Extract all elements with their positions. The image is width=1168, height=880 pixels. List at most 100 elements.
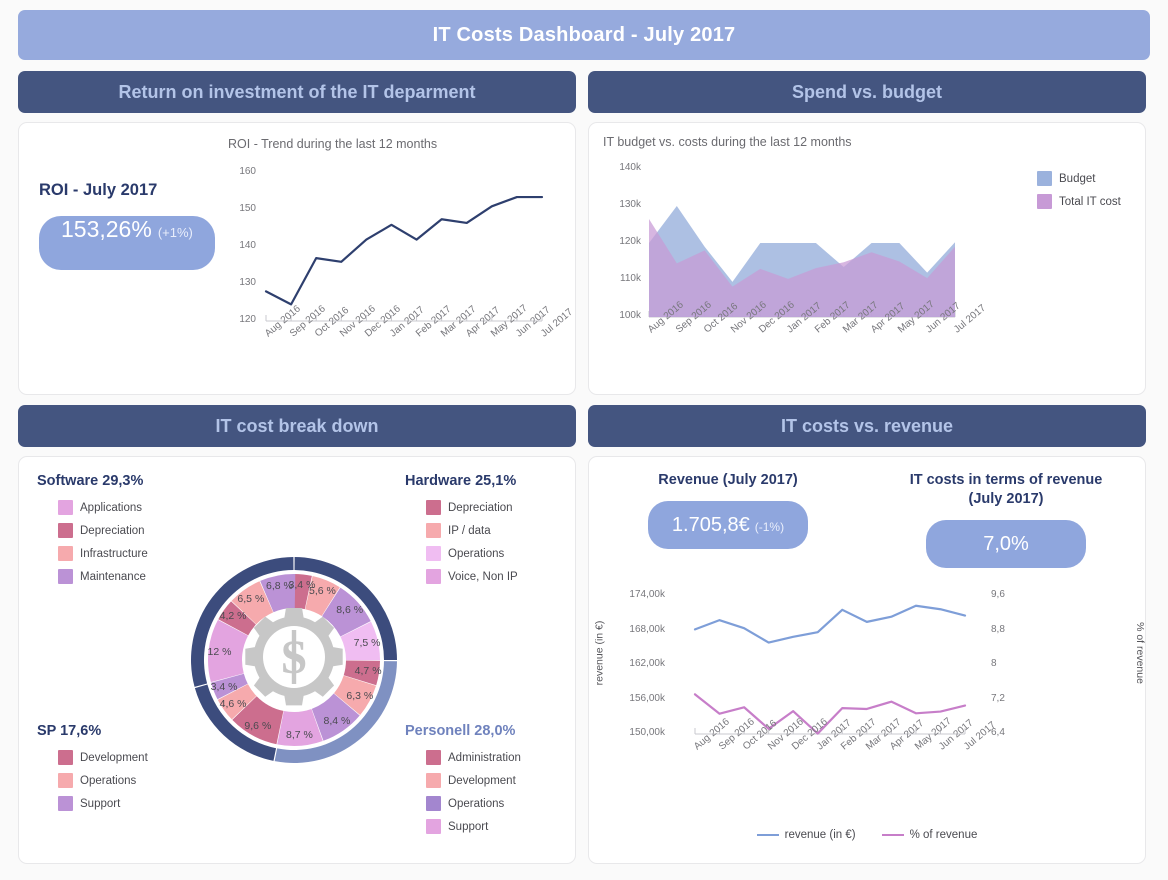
costs-ratio-kpi-label-line2: (July 2017) <box>968 491 1044 507</box>
legend-label: Development <box>448 774 516 787</box>
donut-slice-label: 8,6 % <box>336 603 364 616</box>
panel-revenue-body: Revenue (July 2017) 1.705,8€ (-1%) IT co… <box>588 456 1146 864</box>
legend-group-software: Software 29,3% Applications Depreciation I… <box>37 473 148 592</box>
y-axis-tick-label: 140k <box>619 162 641 173</box>
y2-axis-tick-label: 9,6 <box>991 589 1005 600</box>
panel-revenue-header: IT costs vs. revenue <box>588 405 1146 447</box>
y-axis-tick-label: 150 <box>239 203 256 214</box>
legend-label: Operations <box>448 547 505 560</box>
legend-item: Operations <box>426 796 521 811</box>
legend-label: Operations <box>80 774 137 787</box>
y-axis-tick-label: 174,00k <box>629 589 665 600</box>
legend-item: Depreciation <box>58 523 148 538</box>
roi-kpi-card: ROI - July 2017 153,26% (+1%) <box>19 123 224 394</box>
legend-label: Depreciation <box>80 524 145 537</box>
spend-chart-title: IT budget vs. costs during the last 12 m… <box>603 135 852 149</box>
legend-item: Infrastructure <box>58 546 148 561</box>
legend-label: Operations <box>448 797 505 810</box>
legend-label: Applications <box>80 501 143 514</box>
panel-breakdown-body: Software 29,3% Applications Depreciation I… <box>18 456 576 864</box>
y-axis-tick-label: 168,00k <box>629 623 665 635</box>
revenue-right-axis-label: % of revenue <box>1134 622 1147 684</box>
legend-item: Voice, Non IP <box>426 569 518 584</box>
legend-label-budget: Budget <box>1059 172 1096 185</box>
costs-ratio-kpi-label-line1: IT costs in terms of revenue <box>909 472 1103 488</box>
panel-spend: Spend vs. budget IT budget vs. costs dur… <box>588 71 1146 395</box>
legend-item-percent-of-revenue: % of revenue <box>881 829 978 841</box>
donut-slice-label: 3,4 % <box>210 681 238 694</box>
dashboard-root: IT Costs Dashboard - July 2017 Return on… <box>0 0 1168 880</box>
dashboard-row-top: Return on investment of the IT deparment… <box>18 71 1150 395</box>
costs-ratio-kpi-value: 7,0% <box>983 533 1029 555</box>
legend-item: Development <box>58 750 148 765</box>
legend-label-revenue: revenue (in €) <box>784 829 856 841</box>
legend-group-software-title: Software 29,3% <box>37 473 144 489</box>
donut-slice-label: 7,5 % <box>353 636 381 649</box>
legend-item-budget: Budget <box>1037 171 1121 186</box>
roi-plot-area: 120 130 140 150 160 Aug 2016 Sep 2016 Oct 2016… <box>224 161 575 361</box>
legend-label: Voice, Non IP <box>448 570 518 583</box>
donut-svg: S <box>191 557 397 763</box>
donut-slice-label: 8,7 % <box>285 728 313 741</box>
legend-item: Depreciation <box>426 500 518 515</box>
donut-slice-label: 9,6 % <box>244 719 272 732</box>
roi-kpi-pill[interactable]: 153,26% (+1%) <box>39 216 215 270</box>
panel-breakdown-header: IT cost break down <box>18 405 576 447</box>
y-axis-tick-label: 110k <box>620 273 641 284</box>
revenue-kpi-card: Revenue (July 2017) 1.705,8€ (-1%) <box>589 471 867 568</box>
legend-label-percent-of-revenue: % of revenue <box>909 829 978 841</box>
legend-swatch <box>58 750 73 765</box>
donut-slice-label: 6,8 % <box>266 580 293 593</box>
y2-axis-tick-label: 7,2 <box>991 692 1005 704</box>
legend-group-hardware-title: Hardware 25,1% <box>405 473 517 489</box>
legend-line-percent-of-revenue <box>881 833 904 837</box>
legend-swatch <box>58 796 73 811</box>
y2-axis-tick-label: 8 <box>991 658 997 669</box>
legend-item: Support <box>58 796 148 811</box>
legend-label: Support <box>80 797 121 810</box>
roi-chart: ROI - Trend during the last 12 months 12… <box>224 123 575 394</box>
legend-item: Operations <box>426 546 518 561</box>
panel-roi-header: Return on investment of the IT deparment <box>18 71 576 113</box>
legend-swatch <box>58 523 73 538</box>
legend-item: IP / data <box>426 523 518 538</box>
revenue-kpi-pill[interactable]: 1.705,8€ (-1%) <box>648 501 808 549</box>
legend-item: Support <box>426 819 521 834</box>
legend-swatch <box>426 500 441 515</box>
revenue-kpi-value: 1.705,8€ <box>671 514 750 536</box>
legend-label-total-it-cost: Total IT cost <box>1059 195 1121 208</box>
legend-group-sp: SP 17,6% Development Operations Support <box>37 723 148 819</box>
roi-chart-title: ROI - Trend during the last 12 months <box>228 137 438 151</box>
legend-item-total-it-cost: Total IT cost <box>1037 194 1121 209</box>
donut-slice-label: 4,7 % <box>354 665 382 678</box>
y2-axis-tick-label: 8,8 <box>991 623 1005 635</box>
legend-label: Support <box>448 820 489 833</box>
spend-legend: Budget Total IT cost <box>1037 171 1121 217</box>
legend-label: Administration <box>448 751 521 764</box>
panel-breakdown: IT cost break down Software 29,3% Applic… <box>18 405 576 864</box>
y-axis-tick-label: 156,00k <box>629 692 665 704</box>
legend-item: Operations <box>58 773 148 788</box>
legend-item: Administration <box>426 750 521 765</box>
legend-swatch <box>426 819 441 834</box>
donut-slice-label: 5,6 % <box>309 584 336 597</box>
y-axis-tick-label: 140 <box>239 240 256 251</box>
revenue-legend: revenue (in €) % of revenue <box>589 829 1145 841</box>
revenue-kpi-row: Revenue (July 2017) 1.705,8€ (-1%) IT co… <box>589 457 1145 568</box>
y-axis-tick-label: 100k <box>619 310 641 321</box>
legend-group-sp-title: SP 17,6% <box>37 723 102 739</box>
legend-label: Depreciation <box>448 501 513 514</box>
roi-kpi-label: ROI - July 2017 <box>39 181 158 199</box>
legend-item-revenue: revenue (in €) <box>756 829 856 841</box>
donut-slice-label: 12 % <box>207 645 232 658</box>
donut-slice-label: 6,3 % <box>346 689 374 702</box>
panel-spend-header: Spend vs. budget <box>588 71 1146 113</box>
donut-slice-label: 6,5 % <box>237 592 265 605</box>
gear-dollar-icon: S <box>245 608 343 706</box>
legend-label: Development <box>80 751 148 764</box>
costs-ratio-kpi-pill[interactable]: 7,0% <box>926 520 1086 568</box>
legend-item: Applications <box>58 500 148 515</box>
y-axis-tick-label: 120k <box>619 236 641 247</box>
dashboard-title: IT Costs Dashboard - July 2017 <box>18 10 1150 60</box>
revenue-left-axis-label: revenue (in €) <box>593 620 606 686</box>
